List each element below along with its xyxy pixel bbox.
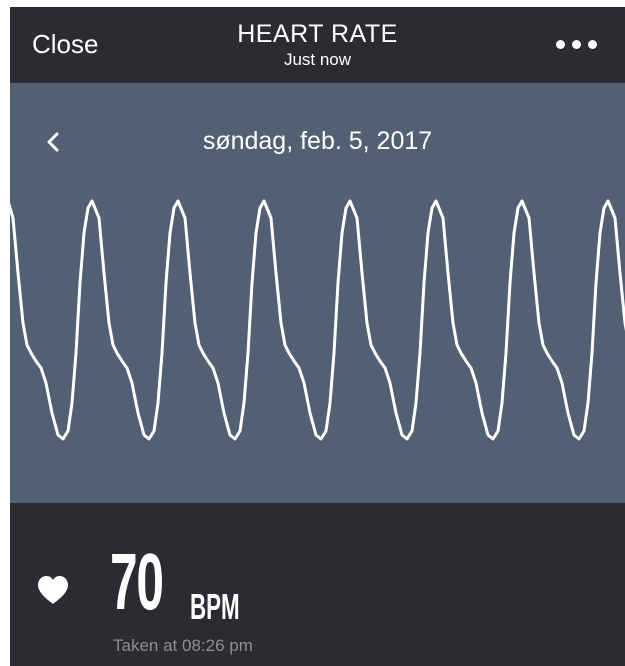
waveform-line: [10, 199, 625, 441]
page-subtitle: Just now: [283, 50, 352, 69]
title-group: HEART RATE Just now: [10, 19, 625, 70]
reading-summary: 70 BPM Taken at 08:26 pm: [10, 503, 625, 666]
heart-rate-screen: Close HEART RATE Just now søndag, feb. 5…: [10, 7, 625, 666]
close-button[interactable]: Close: [32, 29, 98, 60]
chevron-left-icon: [47, 132, 59, 152]
bpm-unit: BPM: [190, 586, 240, 627]
timestamp-label: Taken at 08:26 pm: [113, 636, 253, 655]
previous-day-button[interactable]: [42, 127, 66, 157]
ellipsis-icon: [588, 40, 597, 49]
heart-rate-graph-panel: søndag, feb. 5, 2017: [10, 83, 625, 503]
heart-icon: [38, 576, 68, 604]
navigation-bar: Close HEART RATE Just now: [10, 7, 625, 83]
heartbeat-waveform: [10, 199, 625, 441]
more-options-button[interactable]: [556, 40, 597, 49]
page-title: HEART RATE: [237, 20, 398, 48]
ellipsis-icon: [572, 40, 581, 49]
bpm-value: 70: [110, 537, 164, 626]
ellipsis-icon: [556, 40, 565, 49]
